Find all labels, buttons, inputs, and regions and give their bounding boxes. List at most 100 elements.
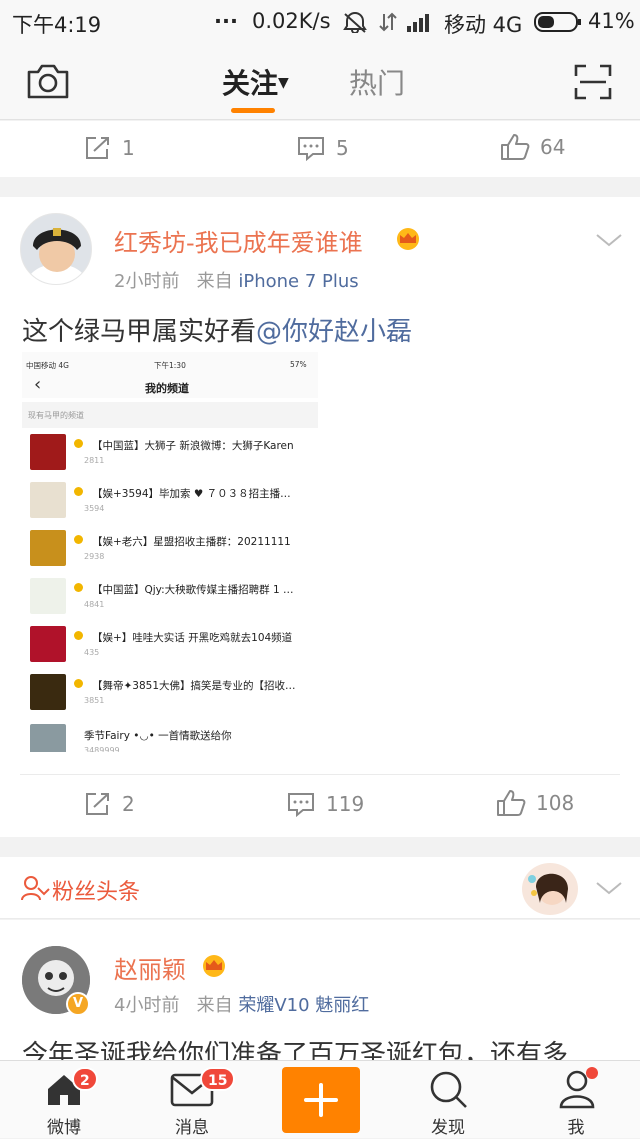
avatar[interactable] (20, 213, 92, 285)
channel-count: 435 (84, 648, 100, 657)
channel-thumb (30, 724, 66, 752)
post-time: 2小时前 (114, 271, 180, 292)
channel-count: 2811 (84, 456, 105, 465)
channel-count: 3851 (84, 696, 105, 705)
channel-thumb (30, 434, 66, 470)
tab-me[interactable]: 我 (526, 1061, 626, 1139)
repost-icon (86, 137, 109, 159)
crown-icon (74, 679, 83, 688)
comment-button[interactable]: 119 (286, 791, 364, 817)
repost-button[interactable]: 1 (84, 135, 135, 161)
fan-headline-label: 粉丝头条 (52, 880, 141, 905)
signal-icon (407, 14, 429, 32)
vip-crown-icon (397, 228, 419, 250)
repost-count: 1 (122, 136, 135, 160)
tab-label: 发现 (431, 1118, 465, 1138)
active-tab-indicator (231, 108, 275, 113)
comment-count: 119 (326, 792, 365, 816)
crown-icon (74, 439, 83, 448)
tab-following-label: 关注 (222, 67, 279, 100)
post-text: 这个绿马甲属实好看@你好赵小磊 (22, 317, 413, 347)
status-carrier: 移动 4G (444, 13, 523, 37)
status-dots: ... (214, 4, 238, 28)
channel-row: 【娱+3594】毕加索 ♥ ７０３８招主播… 3594 (22, 482, 318, 528)
chevron-down-icon[interactable] (594, 879, 624, 897)
vip-crown-icon (203, 955, 225, 977)
like-button[interactable]: 64 (500, 133, 565, 161)
channel-thumb (30, 626, 66, 662)
embedded-section-label: 现有马甲的频道 (28, 411, 84, 420)
embedded-carrier: 中国移动 4G (26, 361, 69, 370)
fans-icon (21, 876, 50, 901)
channel-count: 3489999 (84, 746, 120, 752)
channel-thumb (30, 674, 66, 710)
notification-badge: 2 (72, 1067, 98, 1091)
notification-badge: 15 (200, 1067, 236, 1091)
post-time: 4小时前 (114, 995, 180, 1016)
channel-row: 季节Fairy •◡• 一首情歌送给你 3489999 (22, 724, 318, 752)
embedded-time: 下午1:30 (154, 361, 186, 370)
channel-title: 季节Fairy •◡• 一首情歌送给你 (84, 730, 232, 742)
author-name[interactable]: 赵丽颖 (114, 950, 186, 985)
channel-count: 3594 (84, 504, 105, 513)
divider (20, 774, 620, 775)
previous-post-actions: 1 5 64 (0, 121, 640, 177)
channel-title: 【娱+老六】星盟招收主播群：20211111 (92, 536, 291, 548)
post-source[interactable]: 荣耀V10 魅丽红 (238, 995, 369, 1016)
scan-icon[interactable] (574, 64, 612, 100)
top-nav: 关注▼ 热门 (0, 44, 640, 120)
status-time: 下午4:19 (12, 13, 102, 37)
from-label: 来自 (196, 995, 233, 1016)
post-source[interactable]: iPhone 7 Plus (238, 271, 358, 292)
post-meta: 4小时前 来自 荣耀V10 魅丽红 (114, 991, 369, 1017)
like-count: 64 (540, 135, 566, 159)
tab-weibo-home[interactable]: 2 微博 (14, 1061, 114, 1139)
channel-thumb (30, 530, 66, 566)
camera-icon[interactable] (26, 62, 70, 100)
channel-row: 【娱+老六】星盟招收主播群：20211111 2938 (22, 530, 318, 576)
channel-row: 【娱+】哇哇大实话 开黑吃鸡就去104频道 435 (22, 626, 318, 672)
avatar-image (27, 228, 87, 284)
channel-title: 【中国蓝】Qjy:大秧歌传媒主播招聘群 1 … (92, 584, 294, 596)
thumbs-up-icon (501, 134, 530, 160)
crown-icon (74, 631, 83, 640)
tab-hot[interactable]: 热门 (349, 62, 405, 102)
tab-label: 微博 (47, 1118, 81, 1138)
search-icon (430, 1071, 467, 1108)
fan-headline-avatar (522, 863, 578, 915)
tab-label: 我 (567, 1118, 585, 1138)
post-card: V 赵丽颖 4小时前 来自 荣耀V10 魅丽红 今年圣诞我给你们准备了百万圣诞红… (0, 920, 640, 1060)
status-net-speed: 0.02K/s (252, 9, 331, 33)
embedded-battery: 57% (290, 360, 307, 369)
battery-icon (534, 12, 581, 32)
post-meta: 2小时前 来自 iPhone 7 Plus (114, 267, 359, 293)
tab-messages[interactable]: 15 消息 (142, 1061, 242, 1139)
mention-link[interactable]: @你好赵小磊 (256, 317, 412, 347)
embedded-title: 我的频道 (145, 382, 189, 395)
thumbs-up-icon (497, 790, 526, 816)
tab-following[interactable]: 关注▼ (222, 62, 289, 102)
tab-label: 消息 (175, 1118, 209, 1138)
embedded-screenshot[interactable]: 中国移动 4G 下午1:30 57% ‹ 我的频道 现有马甲的频道 【中国蓝】大… (22, 352, 318, 752)
channel-title: 【娱+3594】毕加索 ♥ ７０３８招主播… (92, 488, 291, 500)
author-name[interactable]: 红秀坊-我已成年爱谁谁 (114, 223, 363, 258)
like-button[interactable]: 108 (496, 789, 574, 817)
crown-icon (74, 583, 83, 592)
channel-count: 4841 (84, 600, 105, 609)
post-text: 今年圣诞我给你们准备了百万圣诞红包，还有多 (22, 1040, 569, 1060)
status-battery: 41% (588, 9, 635, 33)
channel-row: 【中国蓝】大狮子 新浪微博：大狮子Karen 2811 (22, 434, 318, 480)
comment-button[interactable]: 5 (296, 135, 349, 161)
tab-discover[interactable]: 发现 (398, 1061, 498, 1139)
plus-icon (304, 1083, 338, 1117)
fan-headline-bar[interactable]: 粉丝头条 (0, 857, 640, 919)
compose-button[interactable] (282, 1067, 360, 1133)
repost-button[interactable]: 2 (84, 791, 135, 817)
status-bar: 下午4:19 ... 0.02K/s 移动 4G 41% (0, 0, 640, 44)
repost-count: 2 (122, 792, 135, 816)
comment-count: 5 (336, 136, 349, 160)
chevron-down-icon[interactable] (594, 231, 624, 249)
crown-icon (74, 487, 83, 496)
channel-count: 2938 (84, 552, 105, 561)
caret-down-icon: ▼ (278, 75, 289, 91)
